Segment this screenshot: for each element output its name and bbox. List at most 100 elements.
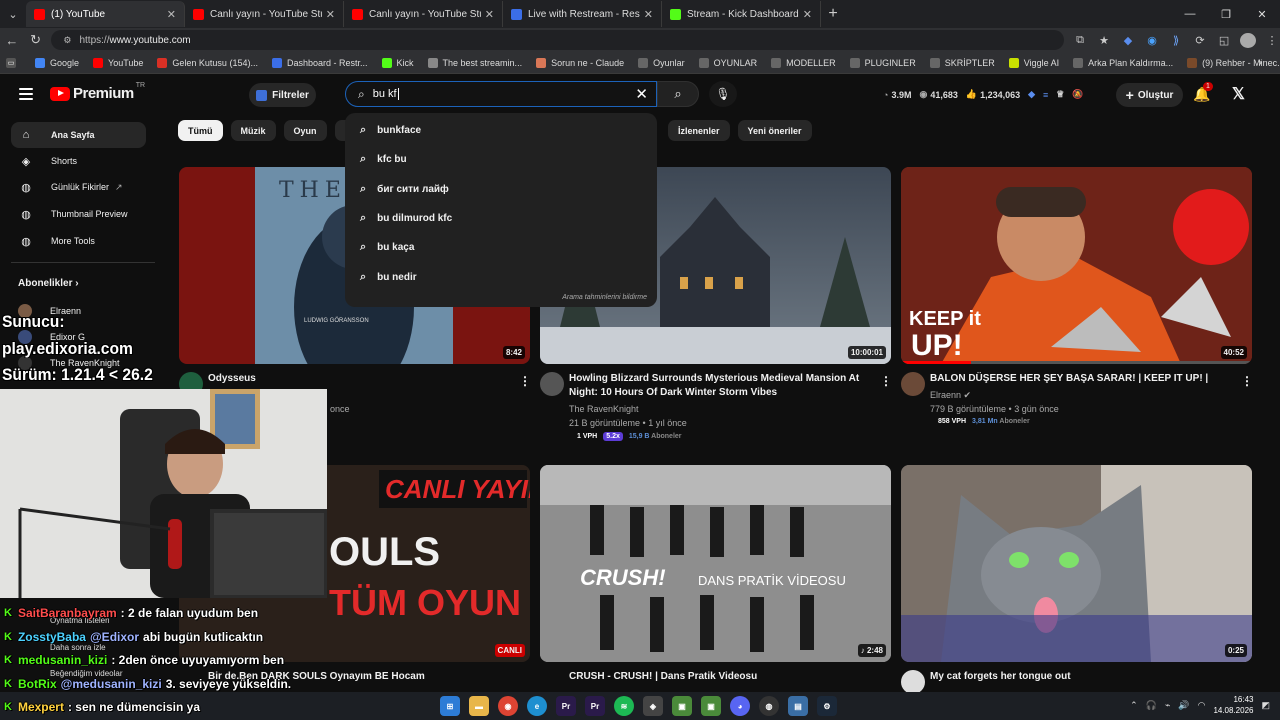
premiere-icon[interactable]: Pr xyxy=(585,696,605,716)
browser-tab[interactable]: Canlı yayın - YouTube Studio ✕ xyxy=(185,1,344,27)
sidebar-item-more-tools[interactable]: ◍ More Tools xyxy=(11,228,146,254)
sidebar-item-shorts[interactable]: ◈ Shorts xyxy=(11,148,146,174)
search-input[interactable]: ⌕ bu kf ✕ xyxy=(345,81,657,107)
tab-close-icon[interactable]: ✕ xyxy=(644,8,653,21)
app-icon[interactable]: ▤ xyxy=(788,696,808,716)
bookmark-star-icon[interactable]: ★ xyxy=(1096,34,1112,47)
site-info-icon[interactable]: ⚙ xyxy=(63,35,71,46)
extensions-menu-icon[interactable]: ⟳ xyxy=(1192,34,1208,47)
notification-center-icon[interactable]: ◩ xyxy=(1261,700,1270,711)
more-options-icon[interactable]: ⋮ xyxy=(1241,374,1253,388)
bell-off-icon[interactable]: 🔕 xyxy=(1072,89,1083,100)
channel-avatar[interactable] xyxy=(540,372,564,396)
network-icon[interactable]: ⌁ xyxy=(1165,700,1170,711)
bookmark-item[interactable]: MODELLER xyxy=(771,57,836,68)
voice-search-button[interactable]: 🎙 xyxy=(709,81,737,107)
suggestion-item[interactable]: ⌕ kfc bu xyxy=(345,145,657,174)
steam-icon[interactable]: ⚙ xyxy=(817,696,837,716)
bookmark-item[interactable]: Viggle AI xyxy=(1008,57,1059,68)
tab-search-icon[interactable]: ⌄ xyxy=(0,0,26,28)
browser-tab[interactable]: Stream - Kick Dashboard ✕ xyxy=(662,1,821,27)
channel-name[interactable]: Elraenn ✔ xyxy=(930,388,971,402)
sidebar-item-home[interactable]: ⌂ Ana Sayfa xyxy=(11,122,146,148)
tab-close-icon[interactable]: ✕ xyxy=(803,8,812,21)
suggestion-item[interactable]: ⌕ bu kaça xyxy=(345,233,657,262)
sync-icon[interactable]: ◱ xyxy=(1216,34,1232,47)
bookmark-item[interactable]: OYUNLAR xyxy=(698,57,757,68)
volume-icon[interactable]: 🔊 xyxy=(1178,700,1189,711)
obs-icon[interactable]: ◍ xyxy=(759,696,779,716)
restore-icon[interactable]: ❐ xyxy=(1208,8,1244,21)
bookmark-item[interactable]: SKRİPTLER xyxy=(929,57,995,68)
search-button[interactable]: ⌕ xyxy=(657,81,699,107)
video-title[interactable]: Odysseus xyxy=(208,372,508,386)
youtube-logo[interactable]: Premium TR xyxy=(50,82,145,102)
create-button[interactable]: + Oluştur xyxy=(1116,83,1183,107)
chip-new-recommendations[interactable]: Yeni öneriler xyxy=(737,120,812,141)
bookmark-item[interactable]: (9) Rehber - Minec... xyxy=(1187,57,1280,68)
file-explorer-icon[interactable]: ▬ xyxy=(469,696,489,716)
bookmark-item[interactable]: Kick xyxy=(381,57,414,68)
app-icon[interactable]: ◈ xyxy=(643,696,663,716)
x-logo-icon[interactable]: 𝕏 xyxy=(1232,84,1245,104)
minecraft-icon[interactable]: ▣ xyxy=(701,696,721,716)
tab-close-icon[interactable]: ✕ xyxy=(326,8,335,21)
chevron-right-icon[interactable]: › xyxy=(1258,57,1262,69)
browser-menu-icon[interactable]: ⋮ xyxy=(1264,34,1280,47)
video-title[interactable]: My cat forgets her tongue out xyxy=(930,670,1230,684)
url-field[interactable]: ⚙ https://www.youtube.com xyxy=(51,30,1065,50)
edge-icon[interactable]: e xyxy=(527,696,547,716)
channel-avatar[interactable] xyxy=(901,372,925,396)
bookmark-item[interactable]: Google xyxy=(35,57,79,68)
suggestion-item[interactable]: ⌕ bu nedir xyxy=(345,262,657,291)
bookmark-item[interactable]: Arka Plan Kaldırma... xyxy=(1073,57,1173,68)
wifi-icon[interactable]: ◠ xyxy=(1198,700,1206,711)
suggestion-item[interactable]: ⌕ bunkface xyxy=(345,116,657,145)
report-predictions-link[interactable]: Arama tahminlerini bildirme xyxy=(562,294,647,301)
bookmark-item[interactable]: PLUGINLER xyxy=(849,57,916,68)
subscriptions-heading[interactable]: Abonelikler › xyxy=(18,278,79,289)
video-title[interactable]: CRUSH - CRUSH! | Dans Pratik Videosu xyxy=(569,670,869,684)
new-tab-button[interactable]: + xyxy=(821,5,845,23)
minecraft-icon[interactable]: ▣ xyxy=(672,696,692,716)
suggestion-item[interactable]: ⌕ bu dilmurod kfc xyxy=(345,204,657,233)
back-icon[interactable]: ← xyxy=(0,33,24,48)
profile-avatar[interactable] xyxy=(1240,32,1257,48)
sidebar-item-thumbnail-preview[interactable]: ◍ Thumbnail Preview xyxy=(11,201,146,227)
video-title[interactable]: Howling Blizzard Surrounds Mysterious Me… xyxy=(569,372,869,400)
tab-close-icon[interactable]: ✕ xyxy=(167,8,176,21)
sidebar-item-daily-ideas[interactable]: ◍ Günlük Fikirler ↗ xyxy=(11,174,146,200)
video-thumbnail[interactable]: KEEP it UP! 40:52 xyxy=(901,167,1252,364)
browser-tab[interactable]: (1) YouTube ✕ xyxy=(26,1,185,27)
extension-icon[interactable]: ◉ xyxy=(1144,34,1160,47)
bookmark-item[interactable]: Gelen Kutusu (154)... xyxy=(157,57,258,68)
bookmark-item[interactable]: Sorun ne - Claude xyxy=(536,57,624,68)
bookmark-item[interactable]: Oyunlar xyxy=(638,57,685,68)
chrome-icon[interactable]: ◉ xyxy=(498,696,518,716)
extension-icon[interactable]: ⟫ xyxy=(1168,34,1184,47)
chip-gaming[interactable]: Oyun xyxy=(283,120,327,141)
chip-watched[interactable]: İzlenenler xyxy=(668,120,730,141)
bookmarks-sidebar-icon[interactable]: ▭ xyxy=(6,57,21,68)
video-thumbnail[interactable]: CRUSH! DANS PRATİK VİDEOSU ♪ 2:48 xyxy=(540,465,891,662)
premiere-icon[interactable]: Pr xyxy=(556,696,576,716)
video-title[interactable]: BALON DÜŞERSE HER ŞEY BAŞA SARAR! | KEEP… xyxy=(930,372,1230,386)
more-options-icon[interactable]: ⋮ xyxy=(880,374,892,388)
filters-button[interactable]: Filtreler xyxy=(249,83,316,107)
minimize-icon[interactable]: — xyxy=(1172,8,1208,20)
list-icon[interactable]: ≡ xyxy=(1043,90,1048,100)
extension-icon[interactable]: ◆ xyxy=(1120,34,1136,47)
channel-name[interactable]: The RavenKnight xyxy=(569,402,639,416)
tab-close-icon[interactable]: ✕ xyxy=(485,8,494,21)
browser-tab[interactable]: Live with Restream - Restream ✕ xyxy=(503,1,662,27)
headset-icon[interactable]: 🎧 xyxy=(1146,700,1157,711)
clear-search-icon[interactable]: ✕ xyxy=(635,85,648,103)
browser-tab[interactable]: Canlı yayın - YouTube Studio ✕ xyxy=(344,1,503,27)
reload-icon[interactable]: ↻ xyxy=(24,32,48,48)
spotify-icon[interactable]: ≋ xyxy=(614,696,634,716)
extension-icon[interactable]: ◆ xyxy=(1028,89,1035,100)
close-window-icon[interactable]: ✕ xyxy=(1244,8,1280,21)
discord-icon[interactable]: ◕ xyxy=(730,696,750,716)
bookmark-item[interactable]: Dashboard - Restr... xyxy=(271,57,368,68)
channel-avatar[interactable] xyxy=(901,670,925,694)
